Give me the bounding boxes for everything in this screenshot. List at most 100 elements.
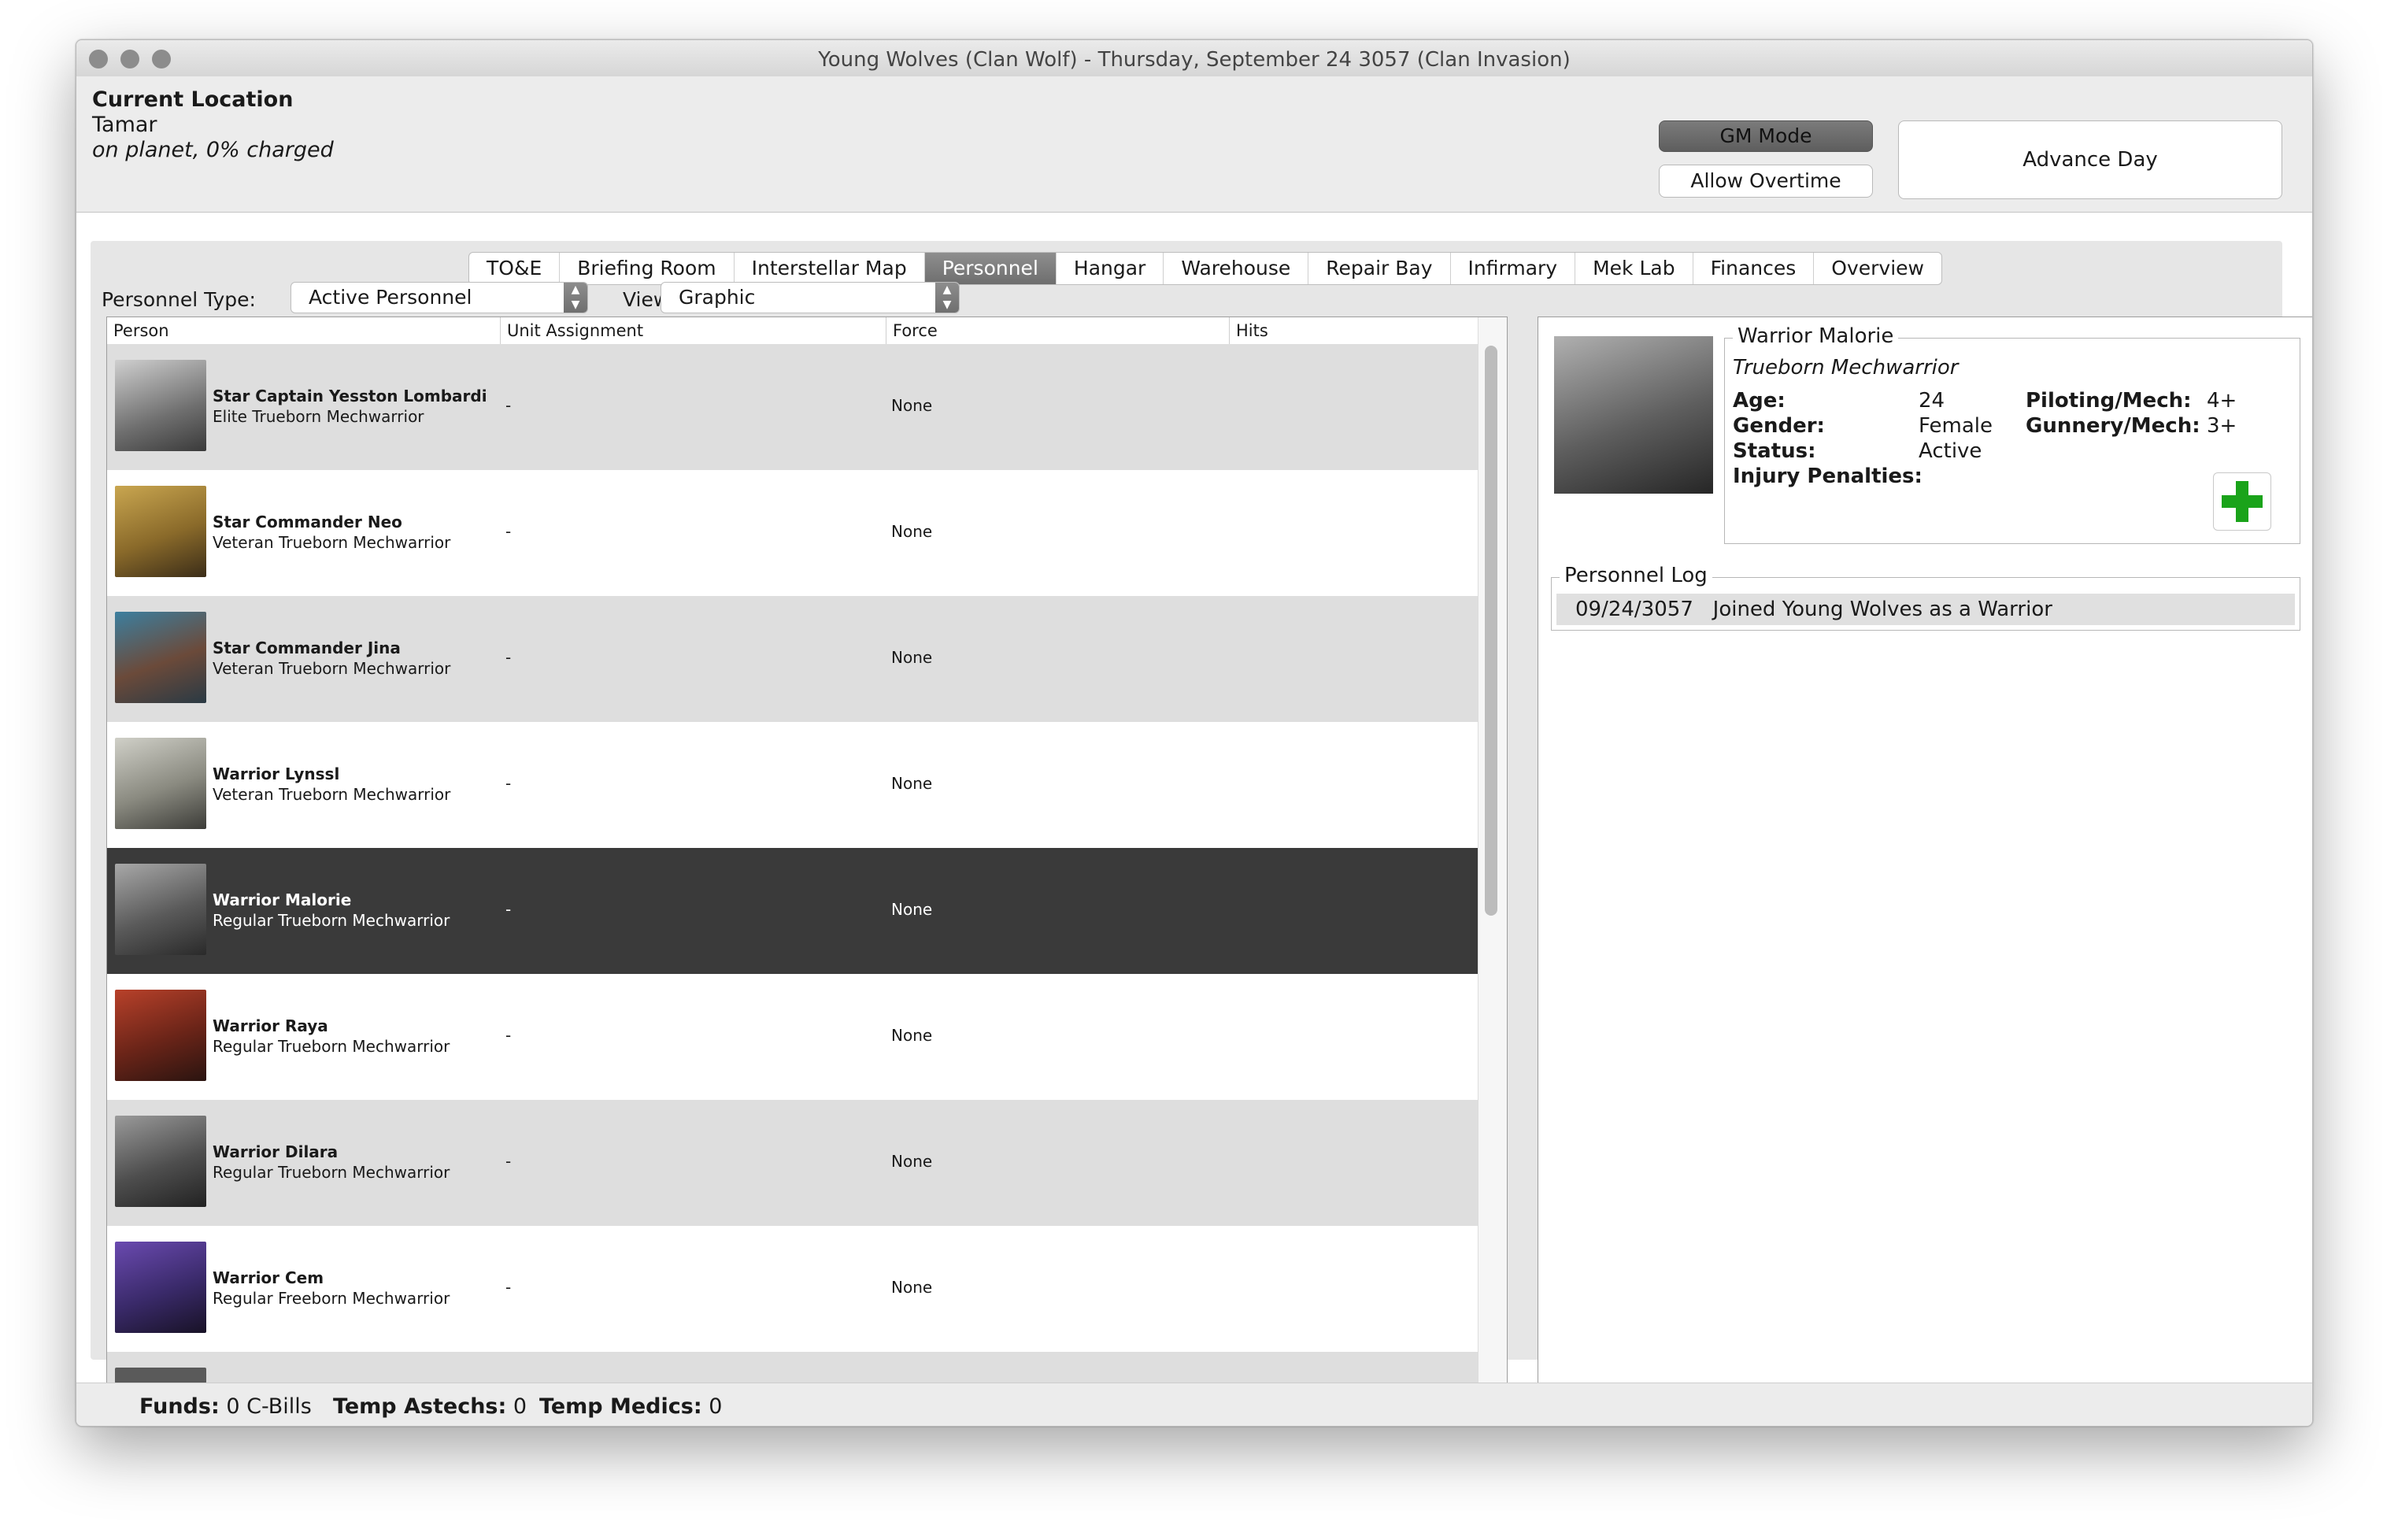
tab-toe[interactable]: TO&E [469, 253, 561, 284]
portrait-image [115, 738, 206, 829]
status-value: Active [1919, 439, 1982, 463]
person-name: Warrior Dilara [213, 1142, 339, 1161]
personnel-log-group: Personnel Log 09/24/3057 Joined Young Wo… [1551, 564, 2300, 631]
medical-plus-icon[interactable] [2213, 472, 2271, 531]
status-label: Status: [1733, 439, 1816, 463]
force-value: None [891, 774, 933, 793]
scrollbar-thumb[interactable] [1485, 346, 1497, 916]
force-value: None [891, 1026, 933, 1045]
header-area: Current Location Tamar on planet, 0% cha… [76, 76, 2312, 212]
person-detail-panel: Warrior Malorie Trueborn Mechwarrior Age… [1538, 317, 2312, 1389]
log-entry: 09/24/3057 Joined Young Wolves as a Warr… [1556, 594, 2295, 625]
table-body: Star Captain Yesston Lombardi Elite True… [107, 344, 1478, 1383]
tab-personnel[interactable]: Personnel [924, 253, 1057, 284]
plus-horizontal-bar [2222, 495, 2263, 508]
portrait-image [115, 1242, 206, 1333]
gender-value: Female [1919, 414, 1993, 438]
age-label: Age: [1733, 389, 1786, 413]
funds-value: 0 C-Bills [226, 1394, 312, 1419]
person-type: Veteran Trueborn Mechwarrior [213, 533, 451, 552]
unit-assignment: - [505, 1278, 512, 1297]
log-entry-text: Joined Young Wolves as a Warrior [1712, 598, 2052, 621]
temp-medics-label: Temp Medics: [539, 1394, 702, 1419]
column-header-unit-assignment[interactable]: Unit Assignment [501, 317, 886, 344]
tab-interstellar-map[interactable]: Interstellar Map [735, 253, 925, 284]
force-value: None [891, 648, 933, 667]
tab-finances[interactable]: Finances [1693, 253, 1815, 284]
force-value: None [891, 900, 933, 919]
tab-infirmary[interactable]: Infirmary [1451, 253, 1576, 284]
person-name: Warrior Lynssl [213, 764, 340, 783]
person-type: Regular Freeborn Mechwarrior [213, 1289, 450, 1308]
funds-status: Funds: 0 C-Bills [139, 1394, 312, 1419]
force-value: None [891, 396, 933, 415]
tab-panel: TO&E Briefing Room Interstellar Map Pers… [91, 241, 2312, 1390]
tab-mek-lab[interactable]: Mek Lab [1575, 253, 1693, 284]
tab-warehouse[interactable]: Warehouse [1164, 253, 1309, 284]
person-type: Regular Trueborn Mechwarrior [213, 1163, 450, 1182]
table-row[interactable]: Warrior Dilara Regular Trueborn Mechwarr… [107, 1100, 1478, 1226]
piloting-label: Piloting/Mech: [2026, 389, 2192, 413]
temp-medics-value: 0 [709, 1394, 723, 1419]
table-header: Person Unit Assignment Force Hits [107, 317, 1478, 345]
current-location-planet: Tamar [92, 113, 157, 137]
funds-label: Funds: [139, 1394, 220, 1419]
person-name: Warrior Malorie [213, 890, 352, 909]
temp-medics-status: Temp Medics: 0 [539, 1394, 722, 1419]
table-vertical-scrollbar[interactable] [1478, 317, 1507, 1390]
allow-overtime-button[interactable]: Allow Overtime [1659, 165, 1873, 198]
unit-assignment: - [505, 774, 512, 793]
force-value: None [891, 1152, 933, 1171]
tab-overview[interactable]: Overview [1814, 253, 1941, 284]
view-value: Graphic [679, 286, 756, 309]
table-row[interactable]: Warrior Raya Regular Trueborn Mechwarrio… [107, 974, 1478, 1100]
gunnery-label: Gunnery/Mech: [2026, 414, 2200, 438]
main-content: TO&E Briefing Room Interstellar Map Pers… [76, 212, 2312, 1390]
table-row[interactable]: Star Commander Neo Veteran Trueborn Mech… [107, 470, 1478, 596]
unit-assignment: - [505, 396, 512, 415]
view-select[interactable]: Graphic ▲ ▼ [661, 282, 960, 313]
table-row[interactable]: Star Captain Yesston Lombardi Elite True… [107, 344, 1478, 470]
table-row-selected[interactable]: Warrior Malorie Regular Trueborn Mechwar… [107, 848, 1478, 974]
person-info-group: Warrior Malorie Trueborn Mechwarrior Age… [1724, 324, 2300, 544]
tab-repair-bay[interactable]: Repair Bay [1308, 253, 1451, 284]
temp-astechs-status: Temp Astechs: 0 [333, 1394, 527, 1419]
current-location-status: on planet, 0% charged [92, 138, 334, 162]
force-value: None [891, 522, 933, 541]
current-location-heading: Current Location [92, 87, 294, 112]
table-row[interactable]: Warrior Lynssl Veteran Trueborn Mechwarr… [107, 722, 1478, 848]
personnel-table: Person Unit Assignment Force Hits Star C… [106, 317, 1508, 1390]
gm-mode-button[interactable]: GM Mode [1659, 120, 1873, 152]
person-detail-name: Warrior Malorie [1733, 324, 1899, 348]
unit-assignment: - [505, 900, 512, 919]
personnel-type-select[interactable]: Active Personnel ▲ ▼ [291, 282, 588, 313]
person-type: Regular Trueborn Mechwarrior [213, 1037, 450, 1056]
unit-assignment: - [505, 648, 512, 667]
split-pane-divider[interactable] [1522, 317, 1536, 1389]
advance-day-button[interactable]: Advance Day [1898, 120, 2282, 199]
tab-briefing-room[interactable]: Briefing Room [560, 253, 735, 284]
column-header-person[interactable]: Person [107, 317, 501, 344]
portrait-image [115, 990, 206, 1081]
tab-hangar[interactable]: Hangar [1057, 253, 1164, 284]
gunnery-value: 3+ [2207, 414, 2237, 438]
column-header-hits[interactable]: Hits [1230, 317, 1478, 344]
table-row[interactable]: Warrior Cem Regular Freeborn Mechwarrior… [107, 1226, 1478, 1352]
person-type: Veteran Trueborn Mechwarrior [213, 785, 451, 804]
column-header-force[interactable]: Force [886, 317, 1230, 344]
portrait-image [115, 1116, 206, 1207]
person-detail-subtitle: Trueborn Mechwarrior [1733, 356, 1959, 379]
piloting-value: 4+ [2207, 389, 2237, 413]
unit-assignment: - [505, 1152, 512, 1171]
unit-assignment: - [505, 1026, 512, 1045]
age-value: 24 [1919, 389, 1945, 413]
portrait-image [115, 360, 206, 451]
portrait-image [115, 486, 206, 577]
table-row[interactable]: Star Commander Jina Veteran Trueborn Mec… [107, 596, 1478, 722]
table-row-partial[interactable] [107, 1352, 1478, 1383]
temp-astechs-label: Temp Astechs: [333, 1394, 507, 1419]
person-name: Warrior Raya [213, 1016, 328, 1035]
portrait-image [115, 864, 206, 955]
app-window: Young Wolves (Clan Wolf) - Thursday, Sep… [76, 39, 2313, 1427]
personnel-log-title: Personnel Log [1560, 564, 1712, 587]
